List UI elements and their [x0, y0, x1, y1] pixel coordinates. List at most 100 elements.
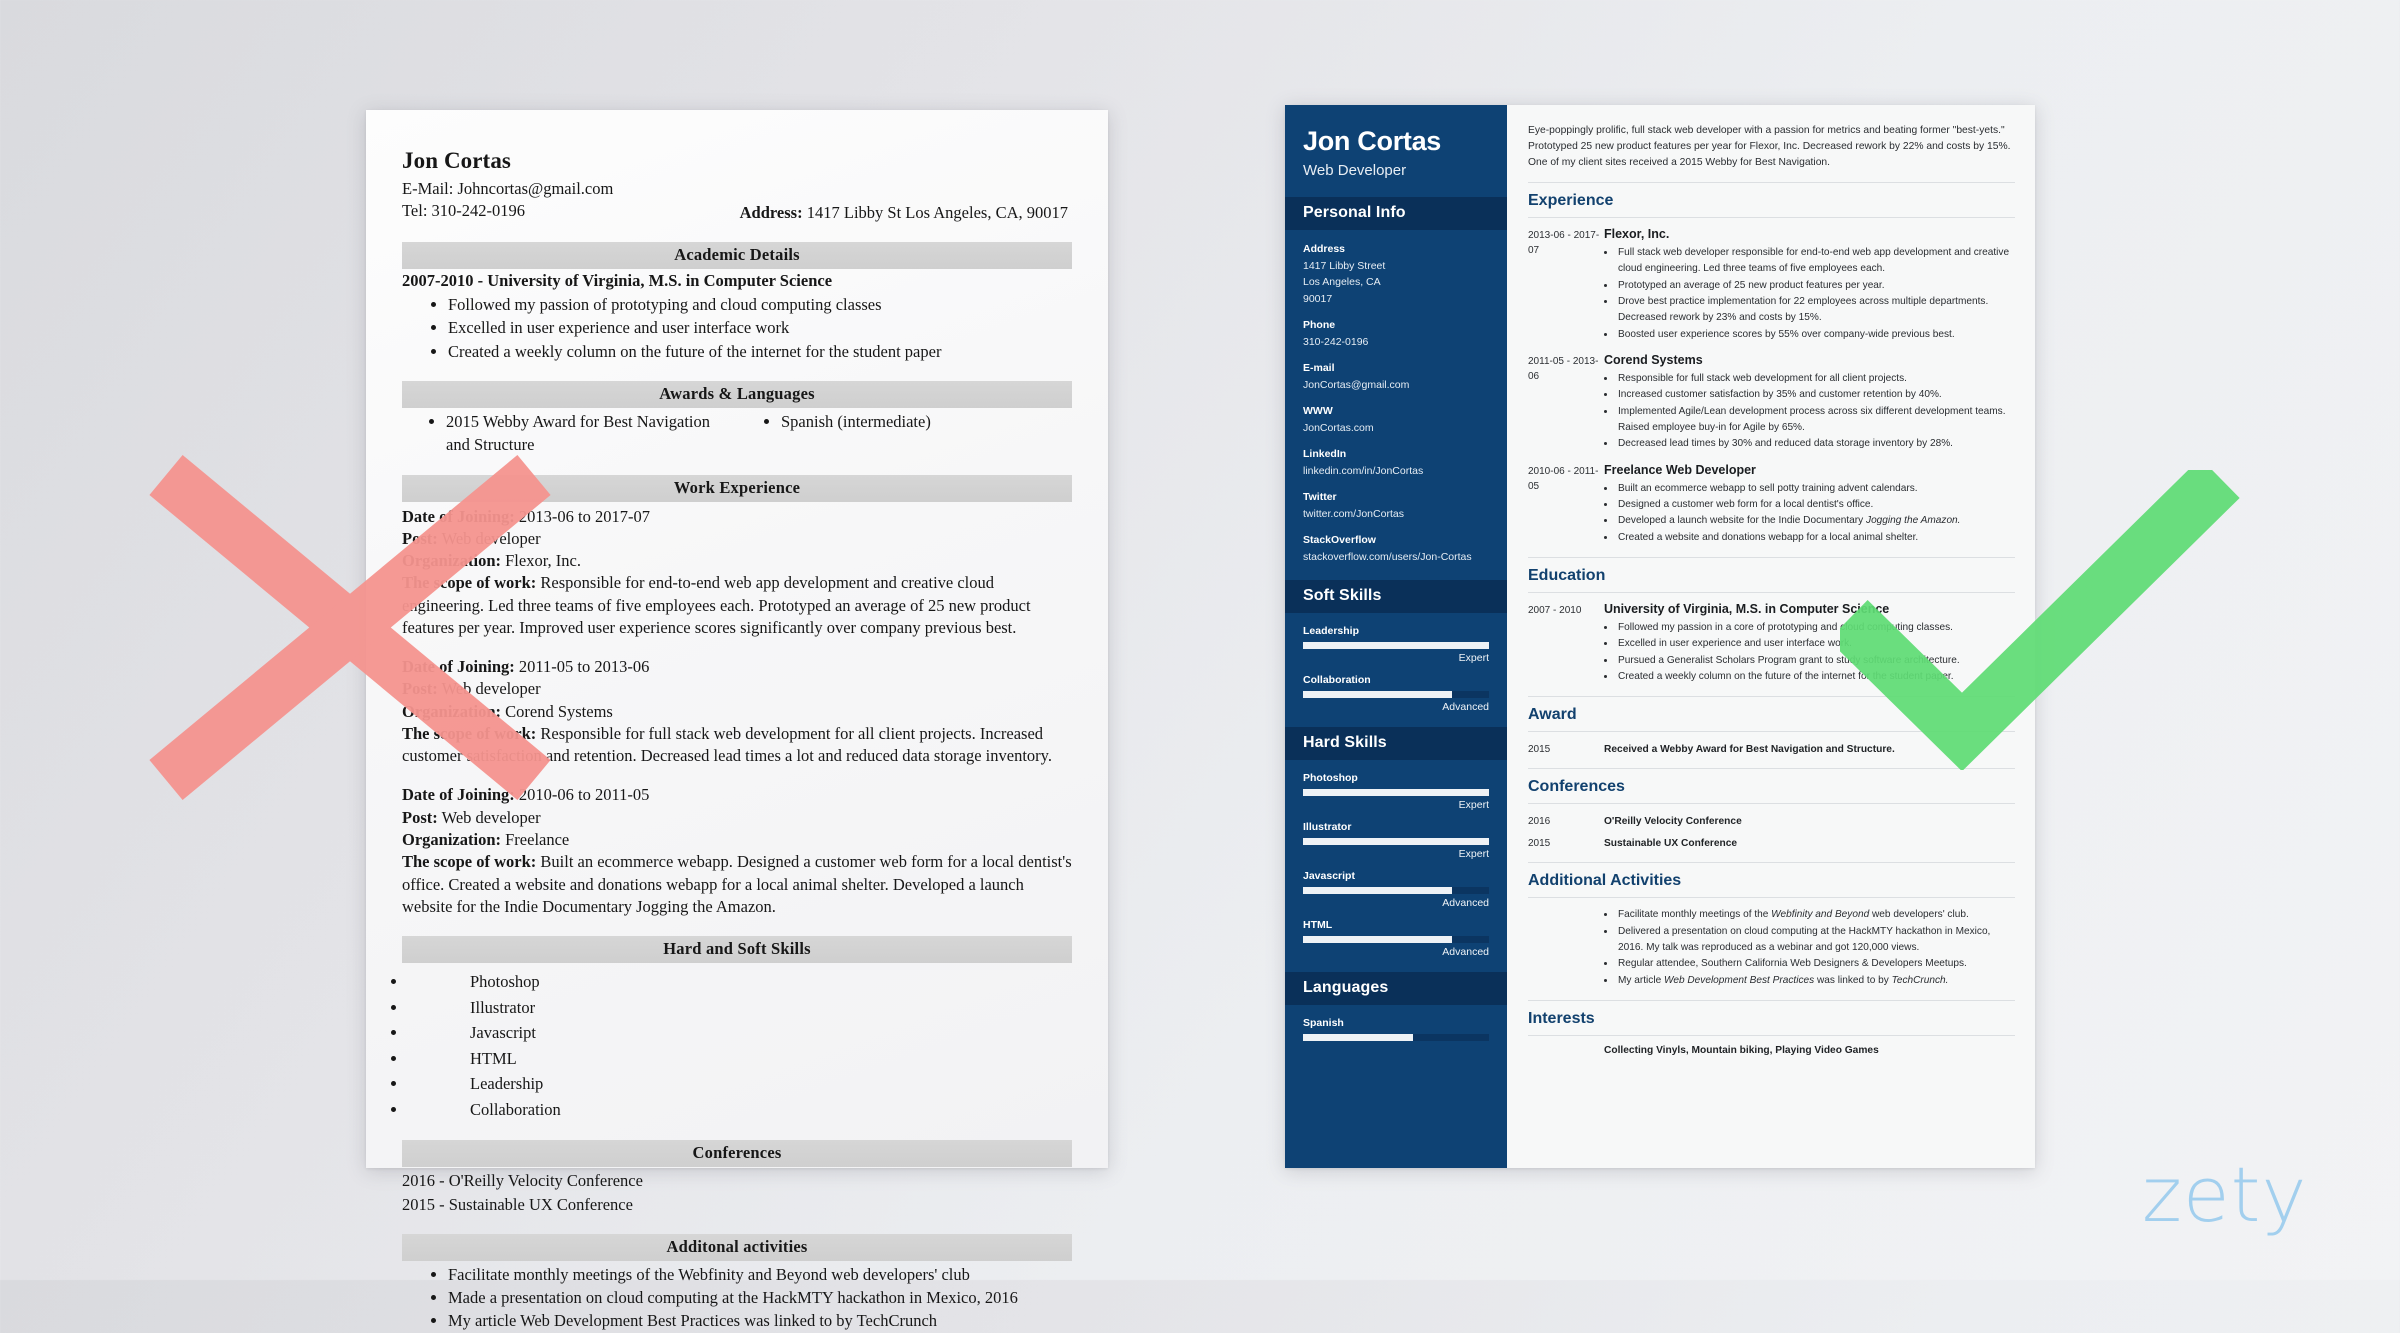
contact-value: JonCortas.com	[1303, 421, 1374, 434]
contact-label: WWW	[1303, 404, 1333, 417]
entry-body: Flexor, Inc. Full stack web developer re…	[1604, 227, 2015, 343]
entry-year: 2015	[1528, 838, 1551, 850]
club-title: Webfinity and Beyond	[1771, 909, 1870, 921]
list-item: Implemented Agile/Lean development proce…	[1616, 404, 2015, 437]
bad-resume-address: Address: 1417 Libby St Los Angeles, CA, …	[740, 178, 1072, 224]
contact-label: Address	[1303, 243, 1346, 256]
bad-resume-address-value: 1417 Libby St Los Angeles, CA, 90017	[806, 203, 1068, 222]
list-item: 2016 - O'Reilly Velocity Conference	[402, 1171, 643, 1191]
list-item: Followed my passion of prototyping and c…	[448, 293, 1072, 316]
skill-name: Illustrator	[1303, 820, 1352, 833]
contact-item-linkedin: LinkedIn linkedin.com/in/JonCortas	[1303, 447, 1489, 479]
contact-label: StackOverflow	[1303, 533, 1376, 546]
bad-resume-contact-left: E-Mail: Johncortas@gmail.com Tel: 310-24…	[402, 178, 613, 222]
list-item: Javascript	[408, 1020, 1072, 1046]
good-section-experience: Experience	[1528, 181, 2015, 218]
bad-job-org-value: Freelance	[505, 830, 570, 850]
skill-fill	[1303, 788, 1489, 796]
bad-section-hard-and-soft-skills: Hard and Soft Skills	[402, 936, 1072, 964]
entry-text: Sustainable UX Conference	[1604, 838, 1738, 850]
entry-body: Corend Systems Responsible for full stac…	[1604, 353, 2015, 453]
skill-fill	[1303, 690, 1452, 698]
list-item: Leadership	[408, 1071, 1072, 1097]
contact-value: stackoverflow.com/users/Jon-Cortas	[1303, 550, 1472, 563]
contact-value: JonCortas@gmail.com	[1303, 378, 1410, 391]
entry-dates: 2011-05 - 2013-06	[1528, 355, 1599, 382]
skill-fill	[1303, 886, 1452, 894]
bad-skill-label: HTML	[470, 1048, 517, 1068]
rejected-x-mark-icon	[149, 455, 551, 800]
skill-fill	[1303, 935, 1452, 943]
contact-value: 1417 Libby Street	[1303, 260, 1386, 273]
skill-level: Expert	[1458, 651, 1489, 664]
article-title: Web Development Best Practices	[1664, 974, 1815, 986]
list-item: Facilitate monthly meetings of the Webfi…	[1616, 907, 2015, 923]
contact-item-phone: Phone 310-242-0196	[1303, 318, 1489, 350]
bad-resume-address-label: Address:	[739, 203, 803, 222]
skill-bar-photoshop: Photoshop Expert	[1303, 772, 1489, 811]
contact-label: LinkedIn	[1303, 447, 1347, 460]
list-item: 2015 Webby Award for Best Navigation and…	[446, 411, 737, 457]
skill-level: Advanced	[1442, 700, 1489, 713]
skill-name: Collaboration	[1303, 673, 1371, 686]
entry-dates: 2007 - 2010	[1528, 605, 1582, 617]
list-item: Facilitate monthly meetings of the Webfi…	[448, 1263, 1072, 1286]
contact-item-email: E-mail JonCortas@gmail.com	[1303, 361, 1489, 393]
contact-label: E-mail	[1303, 361, 1335, 374]
zety-logo: zety	[2142, 1150, 2308, 1239]
good-section-interests: Interests	[1528, 1000, 2015, 1037]
bad-languages-column: Spanish (intermediate)	[737, 411, 1072, 457]
contact-item-address: Address 1417 Libby Street Los Angeles, C…	[1303, 242, 1489, 307]
skill-name: HTML	[1303, 918, 1333, 931]
bad-job-scope: The scope of work: Built an ecommerce we…	[402, 851, 1072, 918]
skill-level: Advanced	[1442, 896, 1489, 909]
bad-job-post-label: Post:	[402, 807, 438, 827]
good-section-conferences: Conferences	[1528, 768, 2015, 805]
list-item: Created a weekly column on the future of…	[448, 340, 1072, 363]
list-item: HTML	[408, 1046, 1072, 1072]
skill-name: Spanish	[1303, 1016, 1344, 1029]
bad-job-scope-label: The scope of work:	[402, 852, 537, 872]
skill-track	[1303, 788, 1489, 796]
entry-title: Corend Systems	[1604, 352, 1703, 367]
bad-skill-label: Collaboration	[470, 1099, 561, 1119]
skill-name: Leadership	[1303, 624, 1360, 637]
bad-skills-list: Photoshop Illustrator Javascript HTML Le…	[408, 969, 1072, 1122]
contact-value: twitter.com/JonCortas	[1303, 507, 1404, 520]
skill-fill	[1303, 641, 1489, 649]
skill-track	[1303, 837, 1489, 845]
skill-level: Expert	[1458, 798, 1489, 811]
bad-job-org: Organization: Freelance	[402, 829, 1072, 851]
list-item: Drove best practice implementation for 2…	[1616, 294, 2015, 327]
bad-skill-label: Illustrator	[470, 997, 536, 1017]
experience-entry: 2013-06 - 2017-07 Flexor, Inc. Full stac…	[1528, 227, 2015, 343]
skill-level: Advanced	[1442, 945, 1489, 958]
bad-section-academic-details: Academic Details	[402, 241, 1072, 269]
bad-skill-label: Photoshop	[470, 972, 540, 992]
list-item: Regular attendee, Southern California We…	[1616, 956, 2015, 972]
skill-track	[1303, 935, 1489, 943]
bad-section-additional-activities: Additonal activities	[402, 1233, 1072, 1261]
skill-bar-spanish: Spanish	[1303, 1017, 1489, 1041]
bad-skill-label: Javascript	[470, 1023, 536, 1043]
list-item: Prototyped an average of 25 new product …	[1616, 278, 2015, 294]
skill-bar-collaboration: Collaboration Advanced	[1303, 674, 1489, 713]
entry-year: 2015	[1528, 744, 1551, 756]
contact-item-twitter: Twitter twitter.com/JonCortas	[1303, 490, 1489, 522]
bad-resume-name: Jon Cortas	[402, 148, 511, 173]
good-resume-sidebar: Jon Cortas Web Developer Personal Info A…	[1285, 105, 1507, 1168]
entry-bullets: Full stack web developer responsible for…	[1616, 245, 2015, 343]
bad-academic-bullets: Followed my passion of prototyping and c…	[448, 293, 1072, 363]
good-sidebar-header: Jon Cortas Web Developer	[1285, 105, 1507, 197]
bad-academic-heading: 2007-2010 - University of Virginia, M.S.…	[402, 270, 833, 290]
list-item: Spanish (intermediate)	[781, 411, 1072, 434]
bad-section-conferences: Conferences	[402, 1140, 1072, 1168]
bad-awards-row: 2015 Webby Award for Best Navigation and…	[402, 411, 1072, 457]
list-item: 2015 - Sustainable UX Conference	[402, 1194, 633, 1214]
good-resume-job-title: Web Developer	[1303, 162, 1407, 180]
list-item: Boosted user experience scores by 55% ov…	[1616, 327, 2015, 343]
skill-bar-illustrator: Illustrator Expert	[1303, 821, 1489, 860]
contact-value: 310-242-0196	[1303, 335, 1369, 348]
entry-text: O'Reilly Velocity Conference	[1604, 816, 1742, 828]
list-item: Photoshop	[408, 969, 1072, 995]
